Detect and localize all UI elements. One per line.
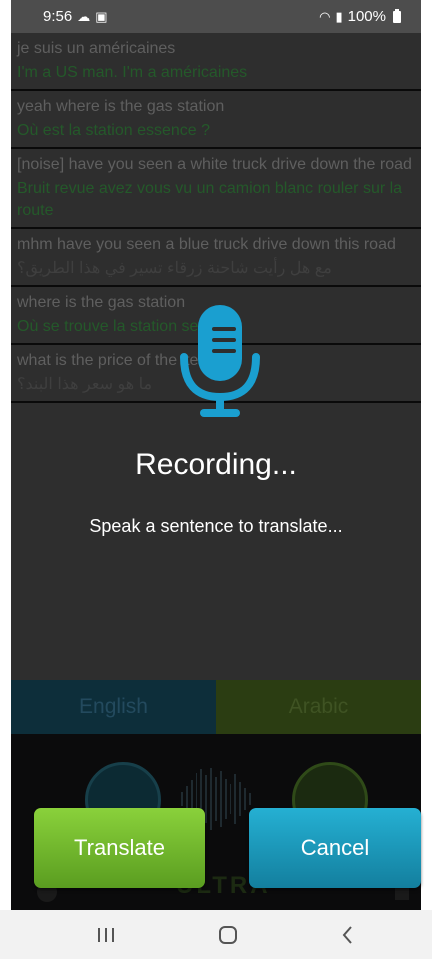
transcript-entry[interactable]: yeah where is the gas station Où est la … [11,91,421,149]
cloud-icon: ☁ [77,8,91,24]
cancel-button[interactable]: Cancel [249,808,421,888]
status-right: ◠ ▮ 100% [319,8,401,25]
translated-text: Où est la station essence ? [17,122,210,139]
wifi-icon: ◠ [319,8,331,24]
target-language-button[interactable]: Arabic [216,680,421,734]
recording-title: Recording... [135,448,297,481]
transcript-entry[interactable]: [noise] have you seen a white truck driv… [11,149,421,229]
clock: 9:56 [43,8,73,25]
translated-text: I'm a US man. I'm a américaines [17,64,248,81]
battery-percent: 100% [347,8,386,25]
translate-button[interactable]: Translate [34,808,205,888]
status-left: 9:56 ☁ ▣ [43,8,108,25]
battery-icon [393,8,401,23]
microphone-icon [172,305,268,426]
signal-icon: ▮ [335,8,343,24]
status-bar: 9:56 ☁ ▣ ◠ ▮ 100% [11,0,421,33]
system-nav-bar [0,910,432,959]
transcript-entry[interactable]: je suis un américaines I'm a US man. I'm… [11,33,421,91]
translated-text: Bruit revue avez vous vu un camion blanc… [17,180,403,219]
source-language-button[interactable]: English [11,680,216,734]
image-icon: ▣ [95,8,108,24]
back-icon[interactable] [318,910,378,959]
home-icon[interactable] [198,910,258,959]
recents-icon[interactable] [76,910,136,959]
source-text: yeah where is the gas station [17,98,225,115]
transcript-entry[interactable]: mhm have you seen a blue truck drive dow… [11,229,421,287]
source-text: [noise] have you seen a white truck driv… [17,156,412,173]
language-selector: English Arabic [11,680,421,734]
source-text: mhm have you seen a blue truck drive dow… [17,236,396,253]
source-text: je suis un américaines [17,40,176,57]
recording-subtitle: Speak a sentence to translate... [89,516,343,536]
translated-text: مع هل رأيت شاحنة زرقاء تسير في هذا الطري… [17,260,332,277]
